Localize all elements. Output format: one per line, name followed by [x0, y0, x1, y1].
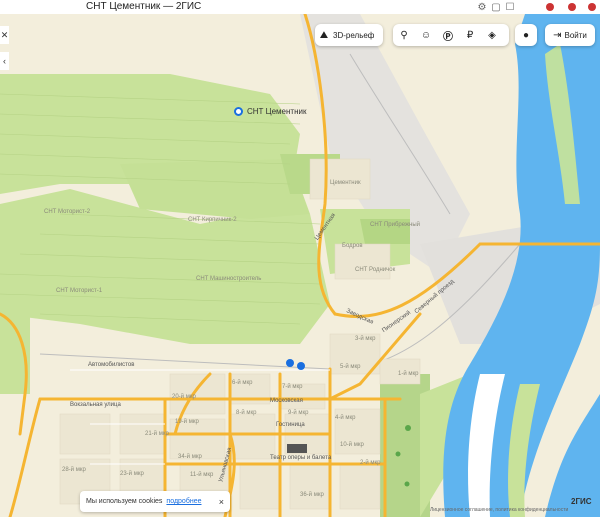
extension-icon-3[interactable] [586, 1, 598, 13]
landmark-layer-button[interactable]: ⚲ [393, 24, 415, 46]
district-label: 2-й мкр [360, 460, 381, 466]
map-label: СНТ Моторист-1 [56, 288, 103, 294]
people-layer-button[interactable]: ☺ [415, 24, 437, 46]
layers-icon: ◈ [488, 29, 496, 41]
district-label: 23-й мкр [120, 471, 144, 477]
layers-toolbar: ⚲ ☺ Ⓟ ₽ ◈ [393, 24, 509, 46]
ruble-icon: ₽ [466, 29, 474, 41]
cookie-more-link[interactable]: подробнее [166, 498, 201, 505]
extension-icon-1[interactable] [544, 1, 556, 13]
district-label: 34-й мкр [178, 454, 202, 460]
window-icon-3[interactable]: ☐ [504, 1, 516, 13]
map-label: Цементник [330, 180, 361, 186]
map-label: СНТ Кирпичник-2 [188, 217, 237, 223]
district-label: 10-й мкр [340, 442, 364, 448]
parking-icon: Ⓟ [443, 31, 453, 43]
poi-pin-icon [234, 107, 243, 116]
login-label: Войти [564, 30, 587, 40]
street-label: Вокзальная улица [70, 402, 121, 408]
district-label: 4-й мкр [335, 415, 356, 421]
district-label: 6-й мкр [232, 380, 253, 386]
map-label: СНТ Родничок [355, 267, 396, 273]
relief-icon: ⛰ [319, 29, 329, 41]
landmark-icon: ⚲ [400, 29, 408, 41]
close-icon: ✕ [0, 29, 9, 40]
map-graphics [0, 14, 600, 517]
map-label: Бодров [342, 243, 363, 249]
district-label: 7-й мкр [282, 384, 303, 390]
district-label: 19-й мкр [175, 419, 199, 425]
district-label: 9-й мкр [288, 410, 309, 416]
window-title: СНТ Цементник — 2ГИС [86, 1, 202, 12]
district-label: 21-й мкр [145, 431, 169, 437]
district-label: 36-й мкр [300, 492, 324, 498]
place-label: Гостиница [276, 422, 305, 428]
legal-link[interactable]: Лицензионное соглашение, политика конфид… [430, 507, 568, 513]
district-label: 20-й мкр [172, 394, 196, 400]
district-label: 5-й мкр [340, 364, 361, 370]
window-titlebar: СНТ Цементник — 2ГИС ⚙ ▢ ☐ [0, 0, 600, 14]
map-label: СНТ Моторист-2 [44, 209, 91, 215]
district-label: 11-й мкр [190, 472, 214, 478]
ruble-layer-button[interactable]: ₽ [459, 24, 481, 46]
place-label: Театр оперы и балета [270, 455, 332, 461]
window-icon-1[interactable]: ⚙ [476, 1, 488, 13]
map-label: СНТ Прибрежный [370, 222, 421, 228]
extension-icon-2[interactable] [566, 1, 578, 13]
login-icon: ⇥ [553, 29, 562, 41]
district-label: 28-й мкр [62, 467, 86, 473]
layers-button[interactable]: ◈ [481, 24, 503, 46]
poi-marker[interactable]: СНТ Цементник [234, 107, 306, 116]
street-label: Автомобилистов [88, 362, 135, 368]
district-label: 3-й мкр [355, 336, 376, 342]
district-label: 8-й мкр [236, 410, 257, 416]
parking-layer-button[interactable]: Ⓟ [437, 24, 459, 46]
people-icon: ☺ [420, 29, 432, 41]
close-panel-button[interactable]: ✕ [0, 26, 9, 44]
expand-panel-button[interactable]: ‹ [0, 52, 9, 70]
login-button[interactable]: ⇥ Войти [545, 24, 595, 46]
district-label: 1-й мкр [398, 371, 419, 377]
cookie-text: Мы используем cookies [86, 498, 163, 505]
poi-label: СНТ Цементник [247, 107, 307, 116]
chevron-left-icon: ‹ [3, 56, 6, 66]
profile-icon: ● [522, 29, 530, 41]
street-label: Московская [270, 398, 303, 404]
cookie-banner: Мы используем cookies подробнее × [80, 491, 230, 512]
window-icon-2[interactable]: ▢ [490, 1, 502, 13]
relief-toggle-button[interactable]: ⛰ 3D-рельеф [315, 24, 383, 46]
brand-logo: 2ГИС [571, 497, 592, 506]
cookie-close-button[interactable]: × [219, 497, 224, 507]
profile-button[interactable]: ● [515, 24, 537, 46]
relief-label: 3D-рельеф [333, 30, 375, 40]
map-label: СНТ Машиностроитель [196, 276, 262, 282]
map-canvas[interactable]: СНТ Цементник Цементник СНТ Моторист-2 С… [0, 14, 600, 517]
